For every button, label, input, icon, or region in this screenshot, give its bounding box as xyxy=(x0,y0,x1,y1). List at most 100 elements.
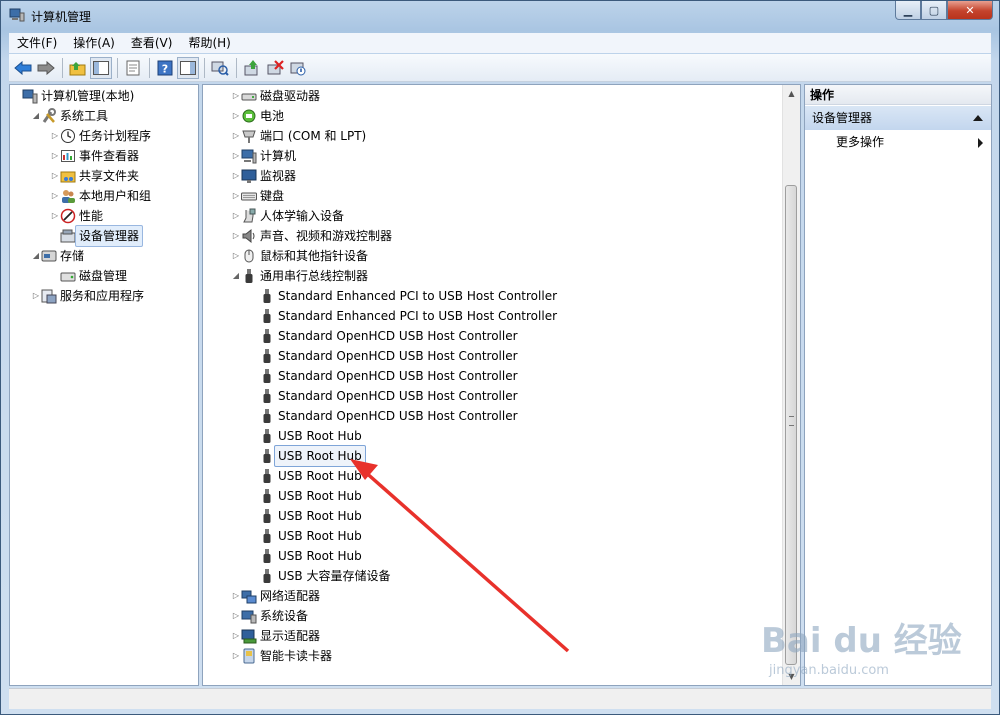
console-tree-item[interactable]: 磁盘管理 xyxy=(50,266,127,286)
menu-view[interactable]: 查看(V) xyxy=(123,33,181,53)
console-tree-label: 本地用户和组 xyxy=(79,189,152,203)
menu-file[interactable]: 文件(F) xyxy=(9,33,65,53)
collapsed-arrow-icon[interactable]: ▷ xyxy=(50,166,60,186)
no-arrow xyxy=(50,266,60,286)
performance-icon xyxy=(60,208,76,224)
system-tools-icon xyxy=(41,108,57,124)
console-tree-label: 磁盘管理 xyxy=(79,269,128,283)
collapse-triangle-icon xyxy=(973,115,983,121)
clock-icon xyxy=(60,128,76,144)
minimize-icon: ▁ xyxy=(903,3,913,17)
watermark-logo: Bai du 经验 xyxy=(761,621,962,661)
collapsed-arrow-icon[interactable]: ▷ xyxy=(50,126,60,146)
actions-section-device-manager[interactable]: 设备管理器 xyxy=(805,106,991,130)
menu-help[interactable]: 帮助(H) xyxy=(180,33,238,53)
console-tree-item[interactable]: ▷ 性能 xyxy=(50,206,103,226)
back-arrow-icon xyxy=(14,60,32,75)
services-icon xyxy=(41,288,57,304)
console-tree-label: 计算机管理(本地) xyxy=(41,89,135,103)
console-tree-label: 性能 xyxy=(79,209,104,223)
close-icon: ✕ xyxy=(965,3,975,17)
annotation-arrow-head xyxy=(350,459,378,480)
folder-up-icon xyxy=(69,61,86,75)
disable-button[interactable] xyxy=(287,57,309,79)
collapsed-arrow-icon[interactable]: ▷ xyxy=(31,286,41,306)
back-button[interactable] xyxy=(12,57,34,79)
collapsed-arrow-icon[interactable]: ▷ xyxy=(50,186,60,206)
maximize-icon: ▢ xyxy=(928,3,940,17)
console-tree-item[interactable]: 设备管理器 xyxy=(50,225,144,247)
properties-page-button[interactable] xyxy=(122,57,144,79)
disk-management-icon xyxy=(60,268,76,284)
menu-action[interactable]: 操作(A) xyxy=(65,33,123,53)
annotation-arrow xyxy=(350,459,570,653)
console-tree-item[interactable]: ▷ 共享文件夹 xyxy=(50,166,139,186)
toolbar-separator xyxy=(204,57,205,78)
console-tree-label: 服务和应用程序 xyxy=(60,289,145,303)
show-action-pane-button[interactable] xyxy=(177,56,199,79)
uninstall-button[interactable] xyxy=(264,57,286,79)
page-icon xyxy=(126,60,140,75)
device-tree-pane: ▷ 磁盘驱动器 ▷ 电池 ▷ 端口 (COM 和 LPT) ▷ 计算机 ▷ 监视器 ▷ 键盘 ▷ 人体学输… xyxy=(202,84,801,686)
menu-bar: 文件(F) 操作(A) 查看(V) 帮助(H) xyxy=(9,33,991,53)
console-tree-item[interactable]: ◢ 系统工具 xyxy=(31,106,108,126)
console-tree-item[interactable]: ▷ 服务和应用程序 xyxy=(31,286,144,306)
action-pane-icon xyxy=(180,60,196,75)
up-level-button[interactable] xyxy=(67,57,89,79)
storage-icon xyxy=(41,248,57,264)
forward-arrow-icon xyxy=(37,60,55,75)
scan-hardware-button[interactable] xyxy=(209,57,231,79)
console-tree-item[interactable]: ▷ 本地用户和组 xyxy=(50,186,151,206)
maximize-button[interactable]: ▢ xyxy=(921,1,947,20)
window-title: 计算机管理 xyxy=(31,10,92,24)
update-driver-button[interactable] xyxy=(241,57,263,79)
computer-management-window: 计算机管理 ▁ ▢ ✕ 文件(F) 操作(A) 查看(V) 帮助(H) ? 计算… xyxy=(0,0,1000,715)
actions-section-label: 设备管理器 xyxy=(812,111,873,125)
uninstall-icon xyxy=(267,59,284,74)
submenu-arrow-icon xyxy=(978,138,983,148)
expanded-arrow-icon[interactable]: ◢ xyxy=(31,246,41,266)
title-bar[interactable]: 计算机管理 ▁ ▢ ✕ xyxy=(1,1,999,31)
toolbar-separator xyxy=(149,57,150,78)
computer-management-icon xyxy=(9,8,25,22)
close-button[interactable]: ✕ xyxy=(947,1,993,20)
help-icon: ? xyxy=(157,60,173,75)
scan-hardware-icon xyxy=(211,61,229,76)
console-tree-label: 任务计划程序 xyxy=(79,129,152,143)
no-arrow xyxy=(50,226,60,246)
users-icon xyxy=(60,188,76,204)
help-button[interactable]: ? xyxy=(154,57,176,79)
minimize-button[interactable]: ▁ xyxy=(895,1,921,20)
status-bar xyxy=(9,688,991,709)
annotation-arrow-shaft xyxy=(361,468,570,653)
no-arrow xyxy=(12,86,22,106)
console-tree-item[interactable]: 计算机管理(本地) xyxy=(12,86,134,106)
console-tree-item[interactable]: ▷ 事件查看器 xyxy=(50,146,139,166)
console-tree-pane: 计算机管理(本地) ◢ 系统工具 ▷ 任务计划程序 ▷ 事件查看器 ▷ 共享文件夹 ▷ 本地用户和组… xyxy=(9,84,199,686)
console-tree-label: 存储 xyxy=(60,249,85,263)
event-viewer-icon xyxy=(60,148,76,164)
toolbar-separator xyxy=(62,57,63,78)
watermark-url: jingyan.baidu.com xyxy=(769,663,889,678)
show-hide-tree-button[interactable] xyxy=(90,56,112,79)
computer-management-icon xyxy=(22,88,38,104)
update-driver-icon xyxy=(244,59,258,75)
collapsed-arrow-icon[interactable]: ▷ xyxy=(50,206,60,226)
forward-button[interactable] xyxy=(35,57,57,79)
console-tree-item[interactable]: ▷ 任务计划程序 xyxy=(50,126,151,146)
expanded-arrow-icon[interactable]: ◢ xyxy=(31,106,41,126)
disable-device-icon xyxy=(290,62,306,75)
actions-header: 操作 xyxy=(805,85,991,105)
more-actions-link[interactable]: 更多操作 xyxy=(836,133,884,150)
toolbar-separator xyxy=(236,57,237,78)
console-tree-item[interactable]: ◢ 存储 xyxy=(31,246,84,266)
shared-folder-icon xyxy=(60,168,76,184)
actions-pane: 操作 设备管理器 更多操作 xyxy=(804,84,992,686)
console-tree-label: 共享文件夹 xyxy=(79,169,140,183)
collapsed-arrow-icon[interactable]: ▷ xyxy=(50,146,60,166)
baidu-watermark: Bai du 经验 jingyan.baidu.com xyxy=(761,613,962,678)
console-tree-label: 设备管理器 xyxy=(75,225,144,247)
console-tree-icon xyxy=(93,60,109,75)
svg-text:?: ? xyxy=(162,62,168,75)
caption-buttons: ▁ ▢ ✕ xyxy=(895,1,993,21)
